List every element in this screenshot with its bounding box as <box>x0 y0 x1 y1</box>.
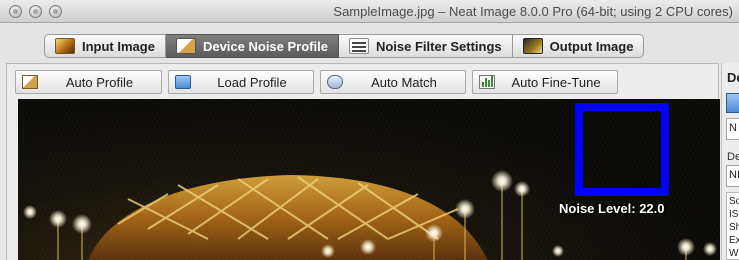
device-noise-profile-icon <box>175 38 196 54</box>
auto-profile-label: Auto Profile <box>65 74 134 90</box>
tab-bar: Input Image Device Noise Profile Noise F… <box>0 23 739 63</box>
device-field[interactable]: NI <box>726 165 739 187</box>
right-panel-label: De <box>727 151 739 163</box>
tab-input-image-label: Input Image <box>82 38 155 54</box>
info-line: Sh <box>729 222 739 233</box>
noise-filter-settings-icon <box>348 38 369 54</box>
image-info-list: So IS Sh Ex W <box>726 192 739 260</box>
close-window-button[interactable] <box>9 5 22 18</box>
auto-match-icon <box>327 75 343 89</box>
tab-device-noise-profile[interactable]: Device Noise Profile <box>165 34 339 58</box>
minimize-window-button[interactable] <box>29 5 42 18</box>
folder-icon[interactable] <box>726 93 739 113</box>
profile-toolbar: Auto Profile Load Profile Auto Match Aut… <box>15 70 618 94</box>
profile-field[interactable]: N <box>726 118 739 140</box>
noise-level-label: Noise Level: 22.0 <box>559 201 665 216</box>
tab-group: Input Image Device Noise Profile Noise F… <box>44 34 645 58</box>
info-line: So <box>729 196 739 207</box>
output-image-icon <box>522 38 543 54</box>
window-title: SampleImage.jpg – Neat Image 8.0.0 Pro (… <box>333 4 733 19</box>
auto-fine-tune-icon <box>479 75 495 89</box>
zoom-window-button[interactable] <box>49 5 62 18</box>
noise-analysis-selection[interactable] <box>575 103 669 196</box>
load-profile-label: Load Profile <box>217 74 287 90</box>
tab-output-image[interactable]: Output Image <box>512 34 645 58</box>
tab-input-image[interactable]: Input Image <box>44 34 166 58</box>
load-profile-button[interactable]: Load Profile <box>168 70 314 94</box>
info-line: Ex <box>729 235 739 246</box>
auto-match-label: Auto Match <box>371 74 437 90</box>
tab-output-image-label: Output Image <box>549 38 634 54</box>
auto-profile-button[interactable]: Auto Profile <box>15 70 162 94</box>
tab-device-noise-profile-label: Device Noise Profile <box>202 38 328 54</box>
auto-match-button[interactable]: Auto Match <box>320 70 466 94</box>
profile-panel: Auto Profile Load Profile Auto Match Aut… <box>6 63 720 260</box>
folder-icon <box>175 75 191 89</box>
right-side-panel: De N De NI So IS Sh Ex W <box>721 63 739 260</box>
auto-fine-tune-button[interactable]: Auto Fine-Tune <box>472 70 618 94</box>
app-window: SampleImage.jpg – Neat Image 8.0.0 Pro (… <box>0 0 739 260</box>
auto-profile-icon <box>22 75 38 89</box>
title-bar: SampleImage.jpg – Neat Image 8.0.0 Pro (… <box>0 0 739 23</box>
info-line: W <box>729 248 739 259</box>
input-image-icon <box>55 38 75 54</box>
tab-noise-filter-settings-label: Noise Filter Settings <box>375 38 502 54</box>
image-preview[interactable]: Noise Level: 22.0 <box>18 99 720 260</box>
info-line: IS <box>729 209 739 220</box>
right-panel-heading: De <box>727 70 739 85</box>
auto-fine-tune-label: Auto Fine-Tune <box>511 74 601 90</box>
tab-noise-filter-settings[interactable]: Noise Filter Settings <box>338 34 513 58</box>
